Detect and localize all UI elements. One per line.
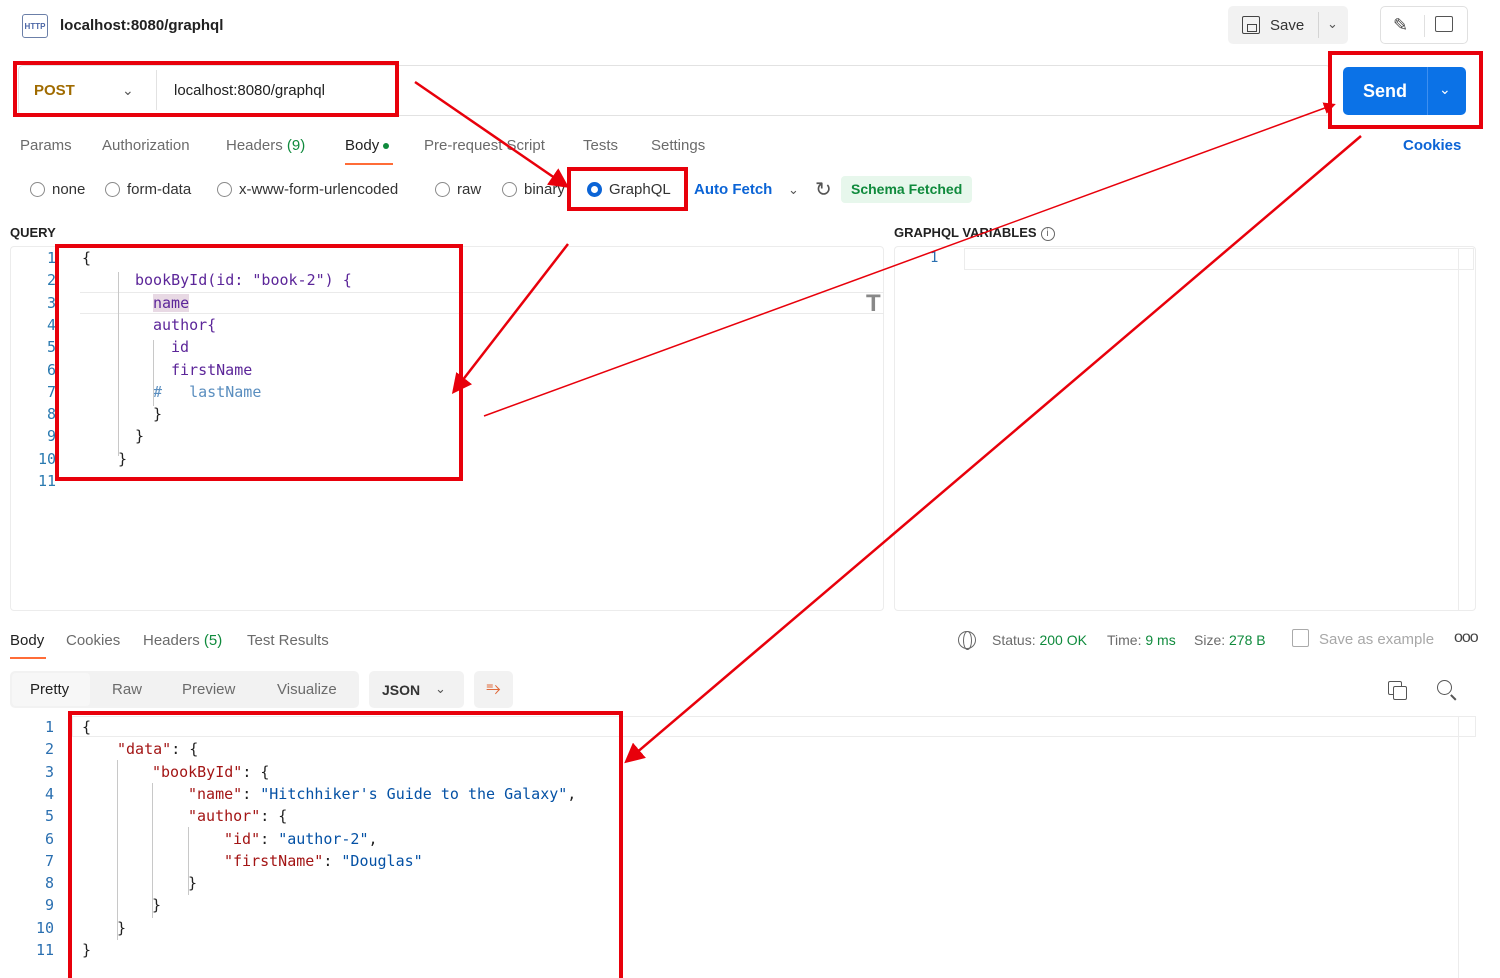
annotation-arrows <box>414 80 1362 764</box>
arrow-graphql-to-query <box>451 243 569 394</box>
arrow-query-to-send <box>483 102 1336 417</box>
arrow-url-to-graphql <box>414 80 570 188</box>
